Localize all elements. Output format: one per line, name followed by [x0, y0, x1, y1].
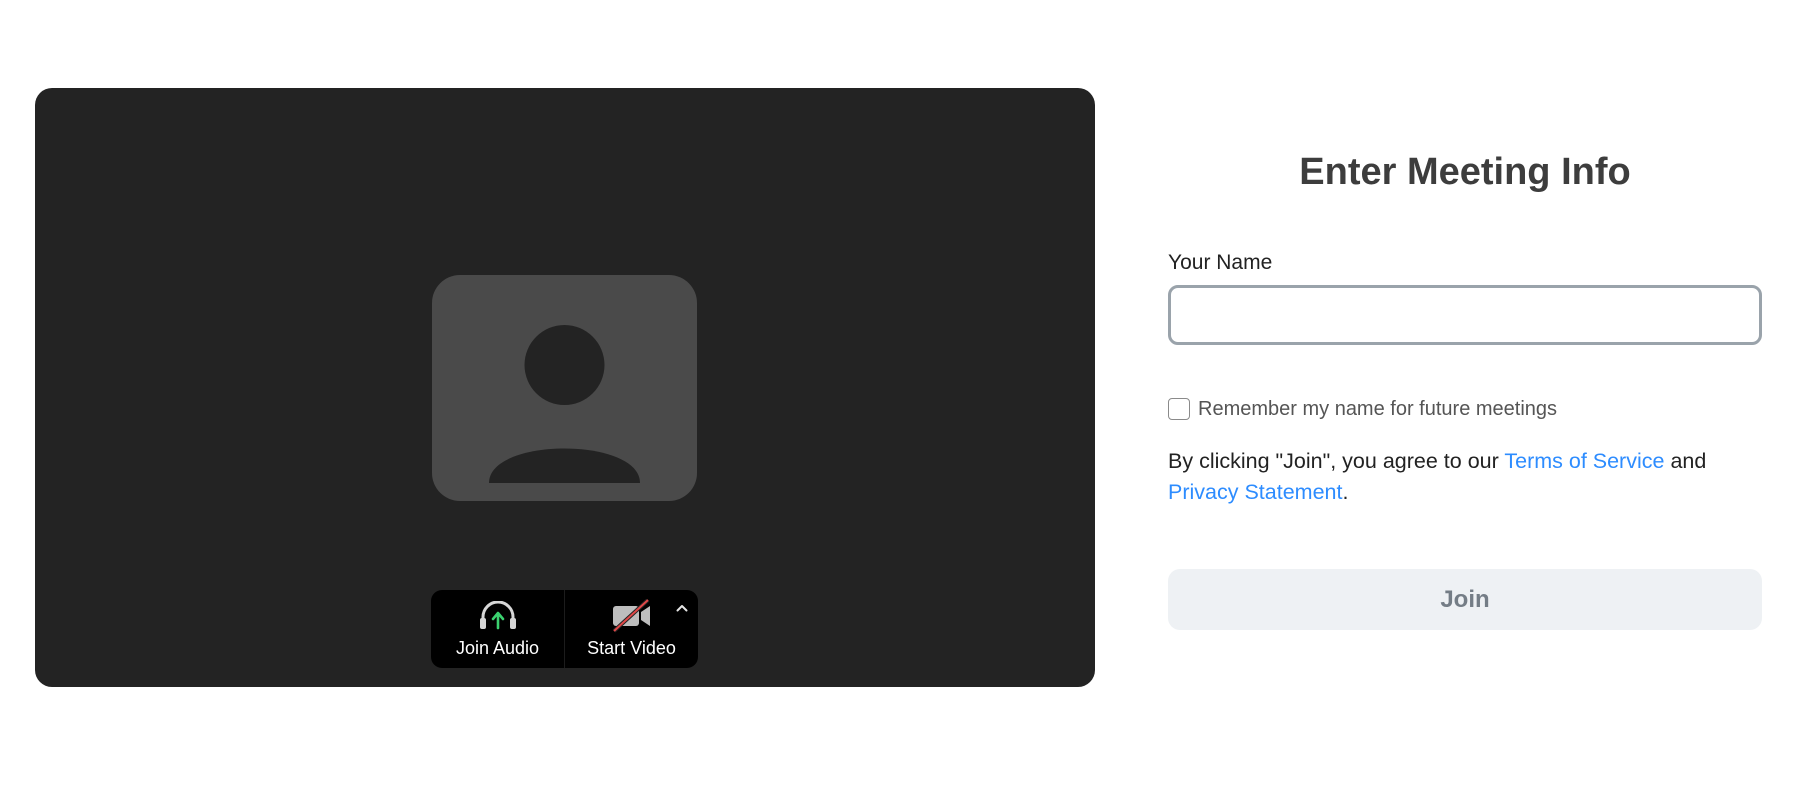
- join-audio-label: Join Audio: [455, 638, 540, 658]
- privacy-statement-link[interactable]: Privacy Statement: [1168, 480, 1342, 504]
- agree-middle: and: [1664, 449, 1707, 473]
- page-title: Enter Meeting Info: [1299, 151, 1631, 193]
- name-label: Your Name: [1168, 251, 1273, 274]
- terms-of-service-link[interactable]: Terms of Service: [1504, 449, 1664, 473]
- video-off-icon: [610, 599, 654, 633]
- video-preview: Join Audio Start Video: [35, 88, 1095, 687]
- start-video-label: Start Video: [587, 638, 676, 658]
- preview-controls: Join Audio Start Video: [431, 590, 698, 668]
- meeting-info-form: Enter Meeting Info Your Name Remember my…: [1168, 0, 1762, 803]
- start-video-button[interactable]: Start Video: [564, 590, 698, 668]
- remember-name-label[interactable]: Remember my name for future meetings: [1198, 398, 1557, 421]
- terms-agreement-text: By clicking "Join", you agree to our Ter…: [1168, 446, 1762, 508]
- headphones-arrow-up-icon: [478, 600, 518, 632]
- join-button[interactable]: Join: [1168, 569, 1762, 630]
- name-input[interactable]: [1168, 285, 1762, 345]
- join-meeting-page: Join Audio Start Video Enter Meeting Inf…: [0, 0, 1805, 803]
- agree-suffix: .: [1342, 480, 1349, 504]
- remember-name-checkbox[interactable]: [1168, 398, 1190, 420]
- join-audio-button[interactable]: Join Audio: [431, 590, 564, 668]
- agree-prefix: By clicking "Join", you agree to our: [1168, 449, 1505, 473]
- chevron-up-icon[interactable]: [674, 600, 690, 616]
- user-silhouette-icon: [432, 275, 697, 501]
- remember-name-row: Remember my name for future meetings: [1168, 396, 1557, 422]
